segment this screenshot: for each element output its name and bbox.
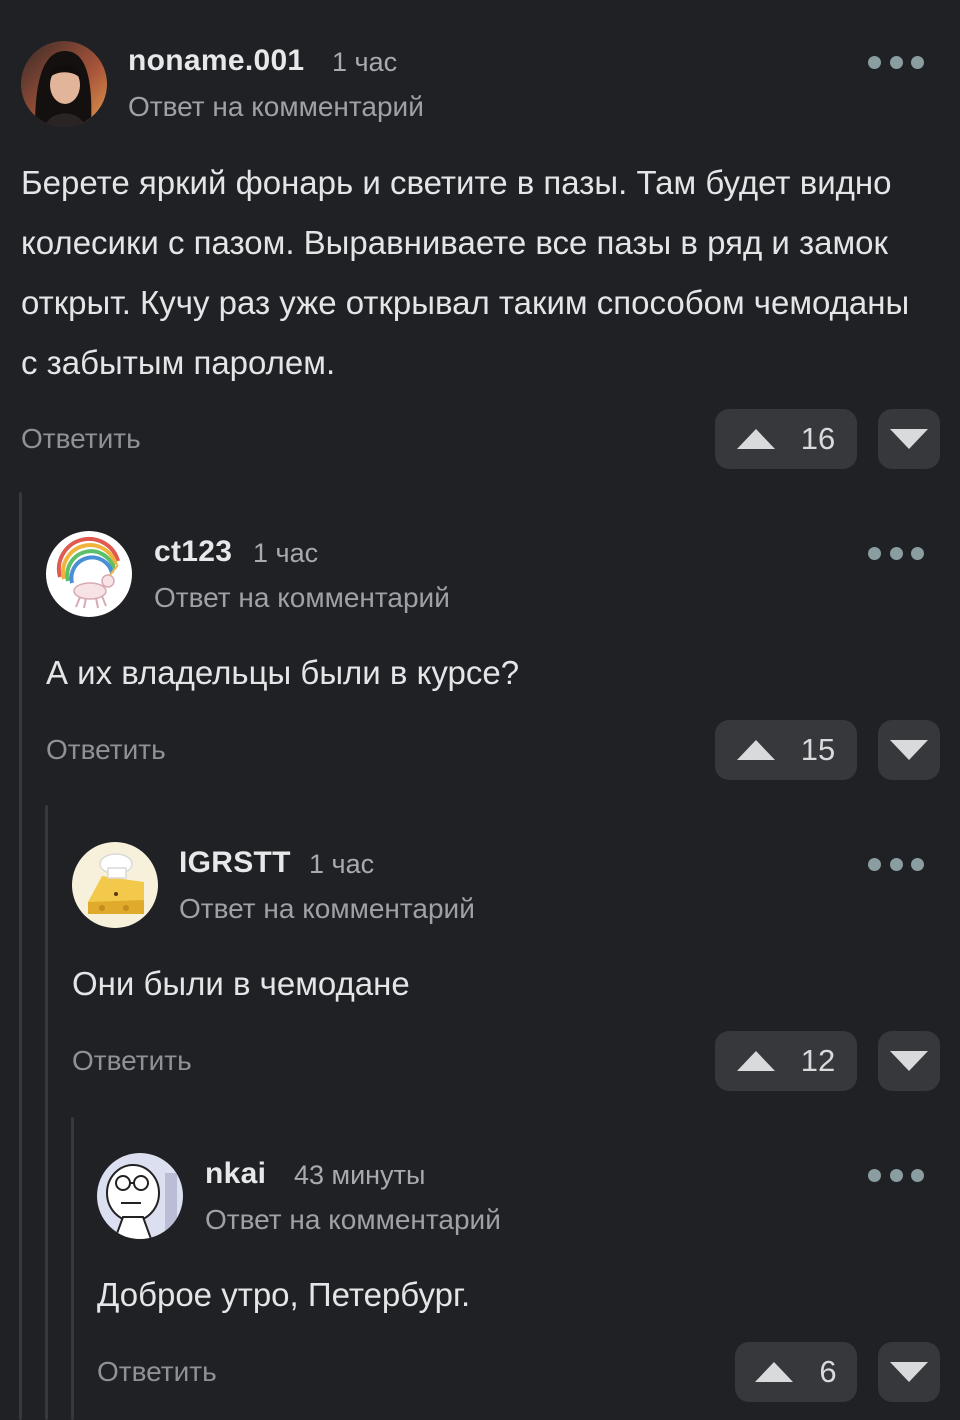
- arrow-up-icon: [736, 740, 775, 760]
- upvote-button[interactable]: 12: [715, 1031, 857, 1091]
- reply-to-label[interactable]: Ответ на комментарий: [179, 893, 475, 925]
- upvote-count: 6: [819, 1354, 837, 1389]
- reply-to-label[interactable]: Ответ на комментарий: [154, 582, 450, 614]
- comment-text: Они были в чемодане: [72, 965, 410, 1002]
- comment-author[interactable]: nkai: [205, 1157, 266, 1191]
- comment-author[interactable]: IGRSTT: [179, 846, 291, 880]
- reply-to-label[interactable]: Ответ на комментарий: [205, 1204, 501, 1236]
- thread-line-level-3: [71, 1117, 74, 1420]
- more-options-icon[interactable]: [868, 52, 924, 72]
- woman-portrait-avatar[interactable]: [21, 41, 107, 127]
- upvote-button[interactable]: 15: [715, 720, 857, 780]
- downvote-button[interactable]: [878, 409, 940, 469]
- arrow-up-icon: [755, 1362, 794, 1382]
- downvote-button[interactable]: [878, 1342, 940, 1402]
- comment-text: Берете яркий фонарь и светите в пазы. Та…: [21, 164, 910, 381]
- comment-text: Доброе утро, Петербург.: [97, 1276, 471, 1313]
- arrow-down-icon: [890, 740, 928, 760]
- more-options-icon[interactable]: [868, 854, 924, 874]
- reply-button[interactable]: Ответить: [97, 1356, 217, 1388]
- thread-line-level-1: [19, 492, 22, 1420]
- more-options-icon[interactable]: [868, 543, 924, 563]
- reply-button[interactable]: Ответить: [21, 423, 141, 455]
- comment-text: А их владельцы были в курсе?: [46, 654, 520, 691]
- comment-author[interactable]: ct123: [154, 535, 232, 569]
- comment-time: 1 час: [309, 849, 375, 879]
- thread-line-level-2: [45, 805, 48, 1420]
- upvote-button[interactable]: 16: [715, 409, 857, 469]
- reply-to-label[interactable]: Ответ на комментарий: [128, 91, 424, 123]
- arrow-down-icon: [890, 429, 928, 449]
- downvote-button[interactable]: [878, 720, 940, 780]
- comment-author[interactable]: noname.001: [128, 44, 304, 78]
- arrow-up-icon: [736, 429, 775, 449]
- cheese-chef-avatar[interactable]: [72, 842, 158, 928]
- rainbow-unicorn-avatar[interactable]: [46, 531, 132, 617]
- reply-button[interactable]: Ответить: [46, 734, 166, 766]
- arrow-down-icon: [890, 1051, 928, 1071]
- upvote-button[interactable]: 6: [735, 1342, 857, 1402]
- downvote-button[interactable]: [878, 1031, 940, 1091]
- arrow-up-icon: [736, 1051, 775, 1071]
- more-options-icon[interactable]: [868, 1165, 924, 1185]
- reply-button[interactable]: Ответить: [72, 1045, 192, 1077]
- comment-time: 43 минуты: [294, 1160, 426, 1190]
- arrow-down-icon: [890, 1362, 928, 1382]
- upvote-count: 16: [800, 421, 836, 456]
- comment-time: 1 час: [332, 47, 398, 77]
- upvote-count: 15: [800, 732, 836, 767]
- meme-face-avatar[interactable]: [97, 1153, 183, 1239]
- upvote-count: 12: [800, 1043, 836, 1078]
- comment-time: 1 час: [253, 538, 319, 568]
